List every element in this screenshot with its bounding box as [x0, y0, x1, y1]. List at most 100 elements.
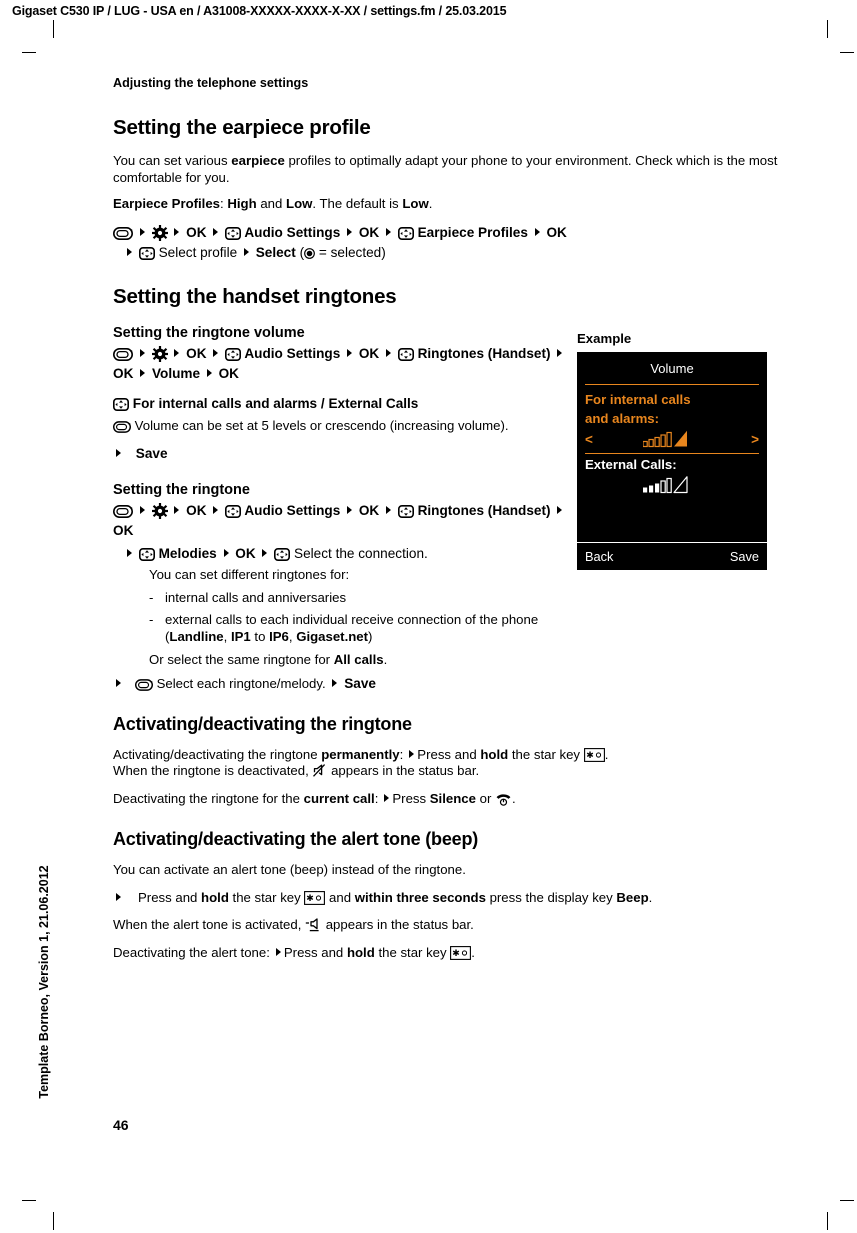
document-header: Gigaset C530 IP / LUG - USA en / A31008-… [12, 4, 507, 18]
ringtone-left-column: Setting the ringtone volume OK Audio Set… [113, 325, 568, 694]
all-calls-text-a: Or select the same ringtone for [149, 651, 334, 667]
path-arrow-icon [557, 348, 563, 357]
alert-deactivate-hold: hold [346, 944, 375, 960]
display-internal-label: For internal calls and alarms: [577, 385, 767, 428]
path-arrow-icon [534, 227, 540, 236]
volume-level-external-icon [643, 476, 701, 494]
ringtone-all-calls-line: Or select the same ringtone for All call… [113, 651, 568, 668]
earpiece-profile-low: Low [286, 196, 313, 211]
earpiece-profiles-and: and [256, 196, 287, 211]
volume-nav-ok-1: OK [186, 345, 207, 361]
list-dash: - [149, 589, 154, 605]
handset-display-mockup: Volume For internal calls and alarms: < … [577, 352, 767, 570]
display-internal-volume-row[interactable]: < > [577, 428, 767, 451]
gear-icon [151, 502, 168, 519]
path-arrow-icon [213, 348, 219, 357]
deactivate-cc-colon: : [374, 790, 379, 806]
earpiece-nav-earpiece-profiles: Earpiece Profiles [417, 224, 528, 240]
alert-tone-step: Press and hold the star key ✱ and within… [113, 890, 781, 907]
volume-save-label: Save [135, 445, 168, 461]
earpiece-profiles-default-text: . The default is [312, 196, 403, 211]
earpiece-nav-ok-2: OK [358, 224, 380, 240]
activate-perm-colon: : [399, 746, 404, 762]
crop-mark-bottom-right [827, 1212, 828, 1230]
alert-deactivate-period: . [471, 944, 475, 960]
star-key-icon: ✱ [304, 890, 326, 905]
softkey-back[interactable]: Back [585, 549, 613, 564]
earpiece-selected-close: = selected) [315, 244, 386, 260]
path-arrow-icon [139, 227, 145, 236]
path-arrow-icon [139, 505, 145, 514]
path-arrow-icon [332, 678, 338, 687]
sep-comma-1: , [223, 628, 231, 644]
connection-landline: Landline [169, 628, 224, 644]
crop-mark-top-left [53, 20, 54, 38]
path-arrow-icon [386, 227, 392, 236]
earpiece-nav-path: OK Audio Settings OK Earpiece Profiles O… [113, 223, 781, 263]
control-key-icon [397, 504, 414, 518]
deactivate-cc-or: or [475, 790, 496, 806]
path-arrow-icon [557, 505, 563, 514]
ringtone-final-step-line: Select each ringtone/melody. Save [113, 674, 568, 694]
earpiece-nav-ok-3: OK [546, 224, 567, 240]
path-arrow-icon [116, 678, 121, 687]
earpiece-profiles-end: . [428, 196, 433, 211]
earpiece-intro-paragraph: You can set various earpiece profiles to… [113, 153, 781, 186]
ringtone-melodies-line: Melodies OK Select the connection. [113, 544, 568, 564]
template-version-label: Template Borneo, Version 1, 21.06.2012 [37, 865, 51, 1099]
running-head: Adjusting the telephone settings [113, 76, 309, 90]
alert-step-beep: Beep [616, 889, 649, 905]
path-arrow-icon [174, 348, 180, 357]
list-item-text-b: ) [368, 628, 373, 644]
ringtone-nav-audio-settings: Audio Settings [244, 502, 341, 518]
volume-internal-external-label: For internal calls and alarms / External… [132, 395, 419, 411]
heading-activating-ringtone: Activating/deactivating the ringtone [113, 713, 412, 734]
connection-ip1: IP1 [230, 628, 251, 644]
crop-mark-left-upper [22, 52, 36, 53]
display-external-volume-row[interactable] [577, 472, 767, 494]
alert-tone-deactivate-line: Deactivating the alert tone: Press and ho… [113, 945, 781, 962]
svg-text:✱: ✱ [586, 751, 594, 761]
softkey-save[interactable]: Save [730, 549, 759, 564]
connection-gigaset-net: Gigaset.net [296, 628, 369, 644]
alert-step-hold: hold [201, 889, 229, 905]
path-arrow-icon [262, 548, 268, 557]
path-arrow-icon [206, 368, 212, 377]
volume-save-line: Save [113, 444, 568, 464]
alert-deactivate-a: Deactivating the alert tone: [113, 944, 270, 960]
svg-text:✱: ✱ [453, 949, 461, 959]
earpiece-nav-select-profile: Select profile [158, 244, 238, 260]
ringtone-connection-list: - internal calls and anniversaries - ext… [113, 589, 568, 645]
display-left-arrow[interactable]: < [585, 432, 593, 447]
control-key-icon [397, 347, 414, 361]
crop-mark-right-lower [840, 1200, 854, 1201]
control-key-icon [274, 547, 291, 561]
control-key-icon [138, 547, 155, 561]
earpiece-profiles-paragraph: Earpiece Profiles: High and Low. The def… [113, 196, 781, 213]
alert-step-within: within three seconds [354, 889, 486, 905]
earpiece-nav-ok-1: OK [186, 224, 207, 240]
volume-levels-text: Volume can be set at 5 levels or crescen… [134, 417, 509, 433]
earpiece-profile-default: Low [402, 196, 429, 211]
activate-perm-bold: permanently [321, 746, 400, 762]
alert-step-and: and [325, 889, 355, 905]
display-key-icon [113, 347, 133, 361]
list-item-text: external calls to each individual receiv… [165, 611, 568, 645]
earpiece-intro-bold: earpiece [231, 153, 285, 168]
ringtone-off-icon [312, 763, 327, 778]
gear-icon [151, 224, 168, 241]
heading-setting-ringtone: Setting the ringtone [113, 481, 250, 498]
display-right-arrow[interactable]: > [751, 432, 759, 447]
alert-activated-b: appears in the status bar. [322, 917, 474, 932]
display-key-icon [113, 420, 131, 433]
alert-activated-a: When the alert tone is activated, [113, 917, 306, 932]
page-number: 46 [113, 1117, 129, 1133]
alert-step-star-text: the star key [228, 889, 305, 905]
list-item: - external calls to each individual rece… [149, 611, 568, 645]
example-panel: Example Volume For internal calls and al… [577, 331, 767, 570]
path-arrow-icon [243, 247, 249, 256]
volume-nav-ok-4: OK [218, 365, 239, 381]
control-key-icon [225, 347, 242, 361]
list-item-text: internal calls and anniversaries [165, 589, 347, 605]
heading-handset-ringtones: Setting the handset ringtones [113, 284, 397, 308]
